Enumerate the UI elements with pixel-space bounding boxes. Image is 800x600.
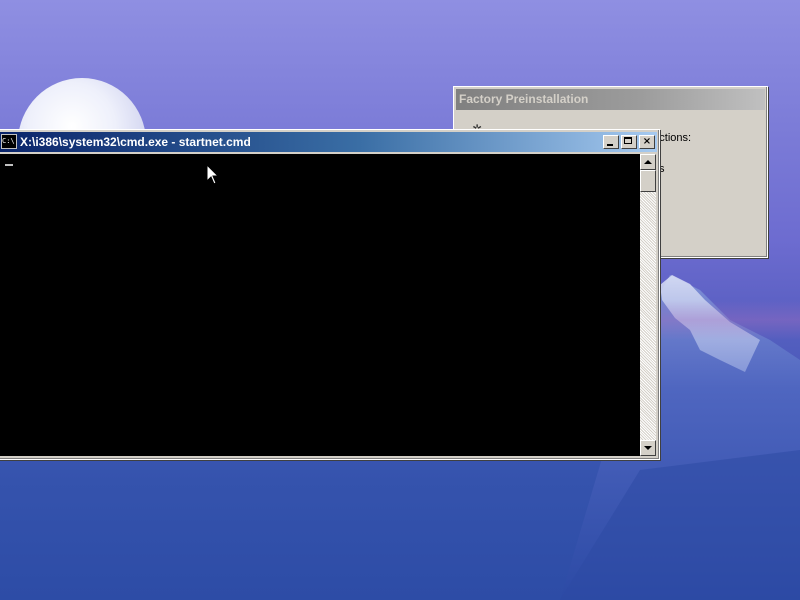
maximize-icon xyxy=(624,137,632,144)
text-cursor xyxy=(5,164,13,166)
vertical-scrollbar[interactable] xyxy=(640,154,656,456)
close-icon: × xyxy=(642,136,652,147)
close-button[interactable]: × xyxy=(639,135,655,149)
minimize-button[interactable] xyxy=(603,135,619,149)
scroll-thumb[interactable] xyxy=(640,170,656,192)
cmd-window[interactable]: C:\ X:\i386\system32\cmd.exe - startnet.… xyxy=(0,129,660,460)
desktop: Factory Preinstallation ✲ g actions: s C… xyxy=(0,0,800,600)
console-output-area[interactable] xyxy=(0,154,640,456)
arrow-up-icon xyxy=(644,160,652,164)
scroll-up-button[interactable] xyxy=(640,154,656,170)
mouse-pointer-icon xyxy=(206,164,220,185)
cmd-window-title: X:\i386\system32\cmd.exe - startnet.cmd xyxy=(20,135,251,149)
minimize-icon xyxy=(607,144,613,146)
factory-dialog-title[interactable]: Factory Preinstallation xyxy=(456,89,765,110)
sky-haze xyxy=(650,300,800,340)
cmd-icon[interactable]: C:\ xyxy=(1,134,17,149)
maximize-button[interactable] xyxy=(621,135,637,149)
cmd-titlebar[interactable]: C:\ X:\i386\system32\cmd.exe - startnet.… xyxy=(0,132,657,152)
arrow-down-icon xyxy=(644,446,652,450)
scroll-down-button[interactable] xyxy=(640,440,656,456)
